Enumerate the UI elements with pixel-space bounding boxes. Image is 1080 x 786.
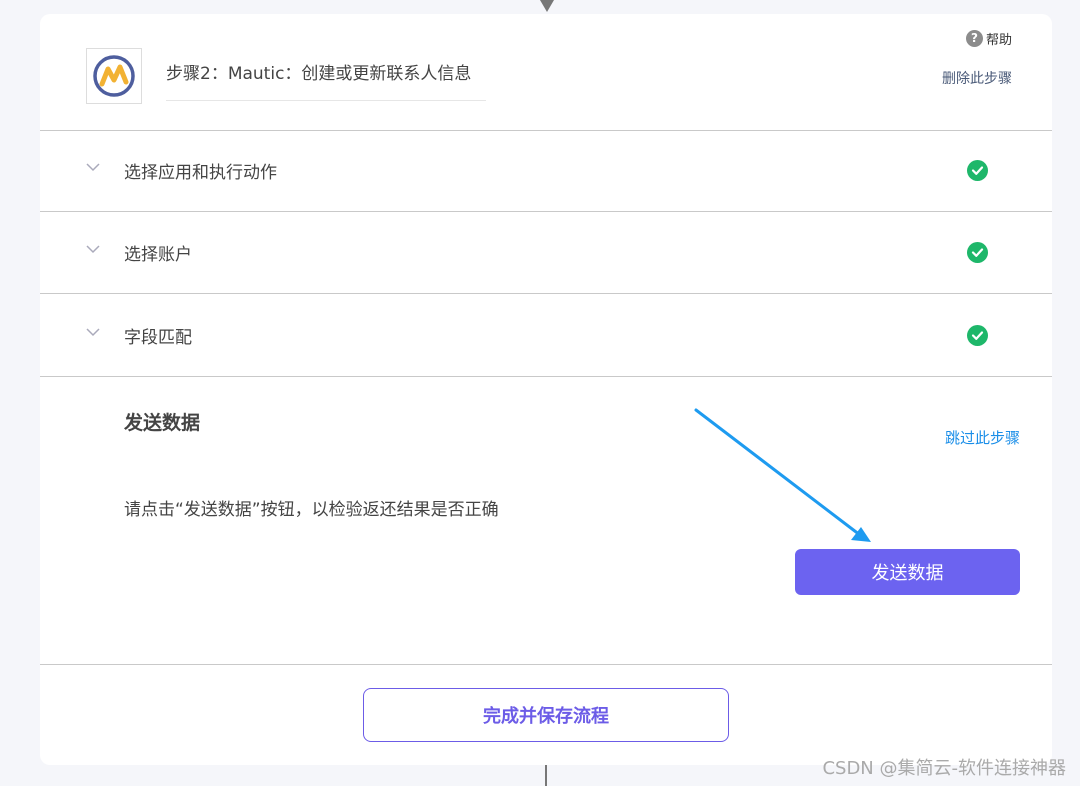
skip-step-link[interactable]: 跳过此步骤 bbox=[945, 427, 1020, 448]
step-header: 步骤2：Mautic：创建或更新联系人信息 ? 帮助 删除此步骤 bbox=[40, 14, 1052, 131]
section-app-action[interactable]: 选择应用和执行动作 bbox=[40, 130, 1052, 212]
section-label: 选择账户 bbox=[124, 245, 192, 265]
step-title[interactable]: 步骤2：Mautic：创建或更新联系人信息 bbox=[166, 62, 486, 101]
send-data-title: 发送数据 bbox=[124, 412, 201, 434]
check-circle-icon bbox=[967, 325, 988, 346]
mautic-logo-icon bbox=[86, 48, 142, 104]
check-circle-icon bbox=[967, 242, 988, 263]
question-circle-icon: ? bbox=[965, 30, 983, 47]
flow-connector-arrow bbox=[540, 0, 554, 12]
section-label: 字段匹配 bbox=[124, 328, 192, 348]
section-account[interactable]: 选择账户 bbox=[40, 212, 1052, 294]
finish-and-save-button[interactable]: 完成并保存流程 bbox=[363, 688, 729, 742]
send-data-button[interactable]: 发送数据 bbox=[795, 549, 1020, 595]
chevron-down-icon[interactable] bbox=[86, 327, 100, 337]
send-data-description: 请点击“发送数据”按钮，以检验返还结果是否正确 bbox=[124, 500, 499, 520]
step-card: 步骤2：Mautic：创建或更新联系人信息 ? 帮助 删除此步骤 选择应用和执行… bbox=[40, 14, 1052, 765]
help-label: 帮助 bbox=[985, 33, 1012, 48]
section-label: 选择应用和执行动作 bbox=[124, 163, 277, 183]
help-link[interactable]: ? 帮助 bbox=[965, 29, 1012, 48]
chevron-down-icon[interactable] bbox=[86, 162, 100, 172]
section-field-mapping[interactable]: 字段匹配 bbox=[40, 295, 1052, 377]
check-circle-icon bbox=[967, 160, 988, 181]
flow-connector-line bbox=[545, 765, 547, 786]
send-data-section: 发送数据 跳过此步骤 请点击“发送数据”按钮，以检验返还结果是否正确 发送数据 bbox=[40, 378, 1052, 665]
watermark-text: CSDN @集简云-软件连接神器 bbox=[822, 758, 1066, 779]
delete-step-link[interactable]: 删除此步骤 bbox=[942, 68, 1012, 88]
chevron-down-icon[interactable] bbox=[86, 244, 100, 254]
